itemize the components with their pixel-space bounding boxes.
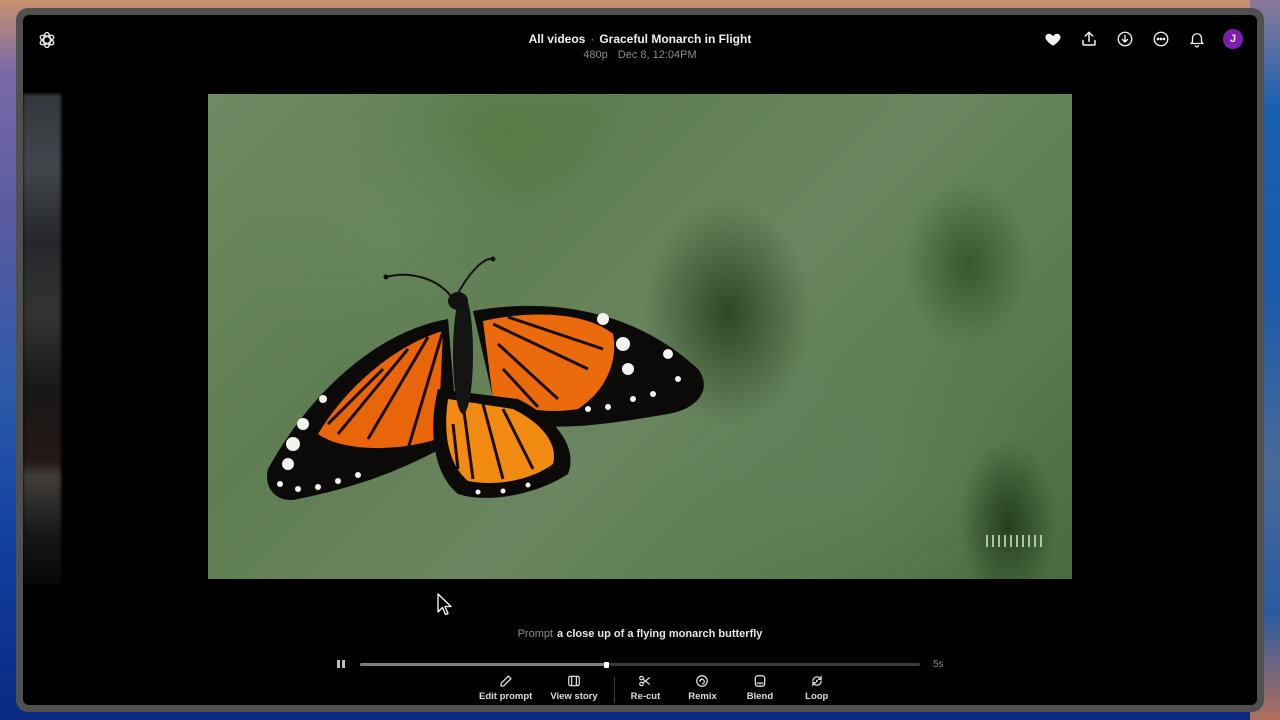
- share-button[interactable]: [1079, 29, 1099, 49]
- pencil-icon: [500, 675, 512, 687]
- view-story-label: View story: [550, 691, 598, 702]
- re-cut-button[interactable]: Re-cut: [627, 674, 665, 703]
- pause-icon: [337, 660, 340, 668]
- remix-icon: [696, 675, 709, 687]
- video-actions-toolbar: Edit prompt View story Re-cut Remix Blen…: [475, 674, 832, 705]
- favorite-button[interactable]: [1043, 29, 1063, 49]
- previous-video-thumbnail[interactable]: [23, 94, 61, 584]
- progress-slider[interactable]: [360, 661, 920, 668]
- download-icon: [1117, 31, 1133, 47]
- blend-icon: [754, 675, 766, 687]
- progress-thumb[interactable]: [604, 661, 610, 668]
- pause-button[interactable]: [337, 660, 347, 670]
- download-button[interactable]: [1115, 29, 1135, 49]
- blend-button[interactable]: Blend: [743, 674, 777, 703]
- prompt-text: a close up of a flying monarch butterfly: [557, 628, 763, 640]
- remix-label: Remix: [688, 691, 717, 702]
- heart-icon: [1045, 33, 1061, 46]
- storyboard-icon: [568, 675, 580, 687]
- playback-controls: 5s: [333, 658, 953, 672]
- breadcrumb-separator: ·: [590, 32, 595, 46]
- video-date: Dec 8, 12:04PM: [617, 49, 697, 61]
- loop-icon: [812, 675, 822, 687]
- mouse-cursor-icon: [437, 593, 452, 616]
- upload-icon: [1082, 31, 1096, 46]
- monarch-butterfly-frame: [267, 256, 704, 500]
- video-resolution: 480p: [583, 49, 608, 61]
- video-meta: 480p Dec 8, 12:04PM: [23, 48, 1257, 62]
- toolbar-divider: [613, 677, 615, 703]
- edit-prompt-button[interactable]: Edit prompt: [475, 674, 536, 703]
- notifications-button[interactable]: [1187, 29, 1207, 49]
- breadcrumb-all-videos[interactable]: All videos: [529, 32, 586, 46]
- prompt-label: Prompt: [517, 628, 554, 640]
- sora-watermark-icon: [986, 535, 1042, 547]
- re-cut-label: Re-cut: [630, 691, 661, 702]
- video-title: Graceful Monarch in Flight: [599, 32, 752, 46]
- more-options-button[interactable]: [1151, 29, 1171, 49]
- header-actions: J: [1043, 29, 1243, 49]
- bell-icon: [1190, 33, 1204, 48]
- loop-label: Loop: [805, 691, 829, 702]
- user-avatar[interactable]: J: [1223, 29, 1243, 49]
- remix-button[interactable]: Remix: [684, 674, 721, 703]
- video-duration: 5s: [933, 659, 944, 670]
- app-window: All videos · Graceful Monarch in Flight 48…: [16, 8, 1264, 712]
- loop-button[interactable]: Loop: [801, 674, 832, 703]
- edit-prompt-label: Edit prompt: [479, 691, 533, 702]
- progress-fill: [360, 663, 607, 666]
- app-content: All videos · Graceful Monarch in Flight 48…: [23, 15, 1257, 705]
- video-player[interactable]: [208, 94, 1072, 579]
- more-horizontal-icon: [1153, 31, 1169, 47]
- scissors-icon: [639, 675, 651, 687]
- view-story-button[interactable]: View story: [546, 674, 601, 703]
- blend-label: Blend: [746, 691, 774, 702]
- pause-icon: [342, 660, 345, 668]
- prompt-line: Prompt a close up of a flying monarch but…: [23, 627, 1257, 641]
